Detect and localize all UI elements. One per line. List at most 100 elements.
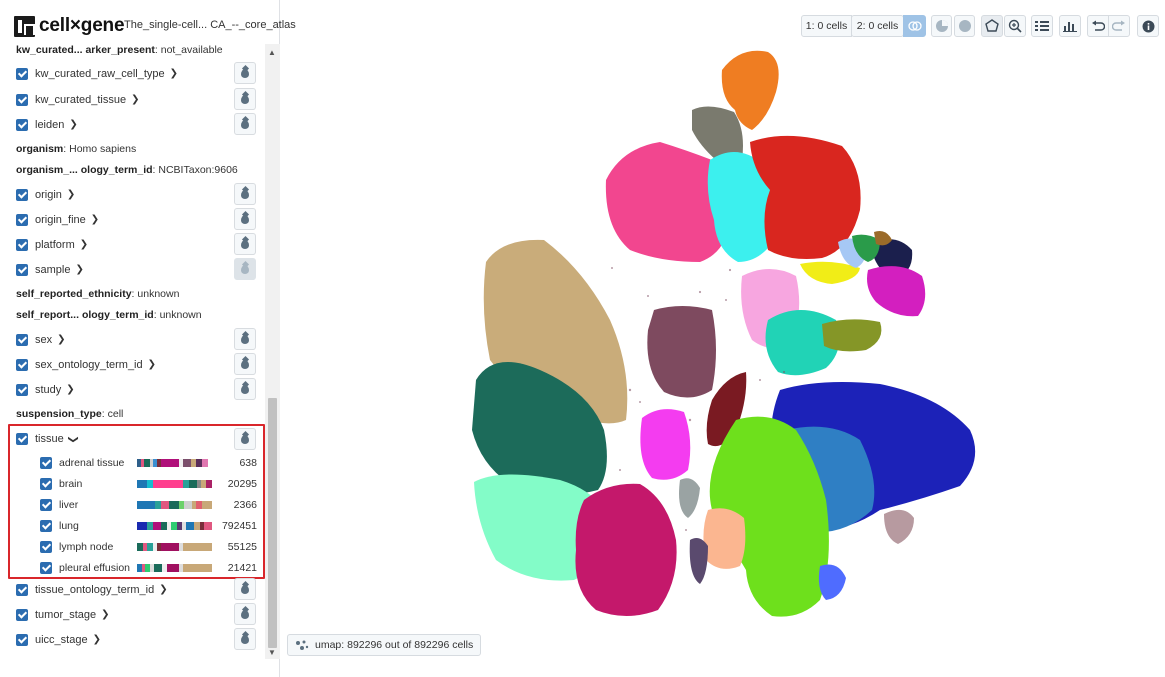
color-by-button[interactable] — [234, 113, 256, 135]
chevron-right-icon[interactable]: ❯ — [101, 609, 109, 620]
category-row[interactable]: tumor_stage ❯ — [0, 602, 265, 627]
selection-toggle-button[interactable] — [903, 15, 926, 37]
category-checkbox[interactable] — [16, 238, 28, 251]
category-row[interactable]: origin ❯ — [0, 182, 265, 207]
redo-icon — [1112, 20, 1125, 31]
scrollbar-thumb[interactable] — [268, 398, 277, 648]
value-count: 638 — [239, 457, 257, 469]
tissue-value-row[interactable]: brain 20295 — [0, 474, 265, 494]
color-by-button[interactable] — [234, 88, 256, 110]
chevron-right-icon[interactable]: ❯ — [91, 214, 99, 225]
chevron-right-icon[interactable]: ❯ — [148, 359, 156, 370]
chevron-down-icon[interactable]: ❯ — [67, 435, 78, 443]
category-checkbox[interactable] — [16, 608, 28, 621]
category-label: tissue_ontology_term_id — [35, 583, 155, 596]
chevron-right-icon[interactable]: ❯ — [159, 584, 167, 595]
color-by-button[interactable] — [234, 183, 256, 205]
chevron-right-icon[interactable]: ❯ — [69, 119, 77, 130]
category-checkbox[interactable] — [16, 213, 28, 226]
info-button[interactable] — [1137, 15, 1159, 37]
value-checkbox[interactable] — [40, 520, 52, 532]
category-meta-row: self_report... ology_term_id: unknown — [16, 309, 202, 321]
dot-button[interactable] — [954, 15, 975, 37]
category-row[interactable]: sex ❯ — [0, 327, 265, 352]
color-by-button[interactable] — [234, 258, 256, 280]
zoom-button[interactable] — [1004, 15, 1026, 37]
color-by-button[interactable] — [234, 578, 256, 600]
chevron-right-icon[interactable]: ❯ — [75, 264, 83, 275]
list-button[interactable] — [1031, 15, 1053, 37]
embedding-selector[interactable]: umap: 892296 out of 892296 cells — [287, 634, 482, 656]
tissue-category-header[interactable]: tissue ❯ — [0, 427, 265, 451]
value-label: lymph node — [59, 541, 114, 553]
category-row[interactable]: sex_ontology_term_id ❯ — [0, 352, 265, 377]
tissue-checkbox[interactable] — [16, 433, 28, 445]
chevron-right-icon[interactable]: ❯ — [131, 94, 139, 105]
color-by-button[interactable] — [234, 628, 256, 650]
category-checkbox[interactable] — [16, 358, 28, 371]
value-checkbox[interactable] — [40, 562, 52, 574]
venn-icon — [907, 21, 922, 31]
chevron-right-icon[interactable]: ❯ — [67, 189, 75, 200]
category-row[interactable]: kw_curated_tissue ❯ — [0, 87, 265, 112]
value-label: brain — [59, 478, 83, 490]
redo-button[interactable] — [1108, 15, 1130, 37]
category-row[interactable]: kw_curated_raw_cell_type ❯ — [0, 61, 265, 86]
color-by-button[interactable] — [234, 62, 256, 84]
chevron-right-icon[interactable]: ❯ — [93, 634, 101, 645]
tissue-value-row[interactable]: lung 792451 — [0, 516, 265, 536]
value-checkbox[interactable] — [40, 541, 52, 553]
category-row[interactable]: origin_fine ❯ — [0, 207, 265, 232]
undo-icon — [1092, 20, 1105, 31]
category-row[interactable]: sample ❯ — [0, 257, 265, 282]
color-by-button[interactable] — [234, 603, 256, 625]
color-by-button[interactable] — [234, 353, 256, 375]
category-checkbox[interactable] — [16, 263, 28, 276]
scroll-up-arrow-icon[interactable]: ▲ — [268, 48, 276, 57]
category-checkbox[interactable] — [16, 583, 28, 596]
tissue-value-row[interactable]: pleural effusion 21421 — [0, 558, 265, 578]
droplet-icon — [241, 384, 249, 394]
category-checkbox[interactable] — [16, 633, 28, 646]
tissue-value-row[interactable]: liver 2366 — [0, 495, 265, 515]
list-icon — [1035, 21, 1049, 31]
category-checkbox[interactable] — [16, 333, 28, 346]
category-row[interactable]: tissue_ontology_term_id ❯ — [0, 577, 265, 602]
category-checkbox[interactable] — [16, 118, 28, 131]
value-checkbox[interactable] — [40, 457, 52, 469]
value-count: 20295 — [227, 478, 257, 490]
value-histogram — [137, 501, 212, 509]
color-by-button[interactable] — [234, 378, 256, 400]
category-row[interactable]: study ❯ — [0, 377, 265, 402]
category-row[interactable]: platform ❯ — [0, 232, 265, 257]
color-by-button[interactable] — [234, 208, 256, 230]
chevron-right-icon[interactable]: ❯ — [170, 68, 178, 79]
selection-2-button[interactable]: 2: 0 cells — [851, 15, 904, 37]
value-count: 21421 — [227, 562, 257, 574]
pie-chart-button[interactable] — [931, 15, 952, 37]
scroll-down-arrow-icon[interactable]: ▼ — [268, 648, 276, 657]
umap-embedding-plot[interactable] — [460, 44, 985, 629]
selection-1-button[interactable]: 1: 0 cells — [801, 15, 852, 37]
category-checkbox[interactable] — [16, 67, 28, 80]
chevron-right-icon[interactable]: ❯ — [66, 384, 74, 395]
chevron-right-icon[interactable]: ❯ — [80, 239, 88, 250]
color-by-button[interactable] — [234, 328, 256, 350]
category-row[interactable]: leiden ❯ — [0, 112, 265, 137]
category-checkbox[interactable] — [16, 383, 28, 396]
value-checkbox[interactable] — [40, 499, 52, 511]
chevron-right-icon[interactable]: ❯ — [57, 334, 65, 345]
undo-button[interactable] — [1087, 15, 1109, 37]
value-checkbox[interactable] — [40, 478, 52, 490]
lasso-button[interactable] — [981, 15, 1003, 37]
category-row[interactable]: uicc_stage ❯ — [0, 627, 265, 652]
color-by-button[interactable] — [234, 233, 256, 255]
tissue-value-row[interactable]: lymph node 55125 — [0, 537, 265, 557]
value-histogram — [137, 564, 212, 572]
histogram-button[interactable] — [1059, 15, 1081, 37]
cluster-peach — [703, 508, 746, 569]
tissue-value-row[interactable]: adrenal tissue 638 — [0, 453, 265, 473]
category-checkbox[interactable] — [16, 93, 28, 106]
color-by-button[interactable] — [234, 428, 256, 450]
category-checkbox[interactable] — [16, 188, 28, 201]
